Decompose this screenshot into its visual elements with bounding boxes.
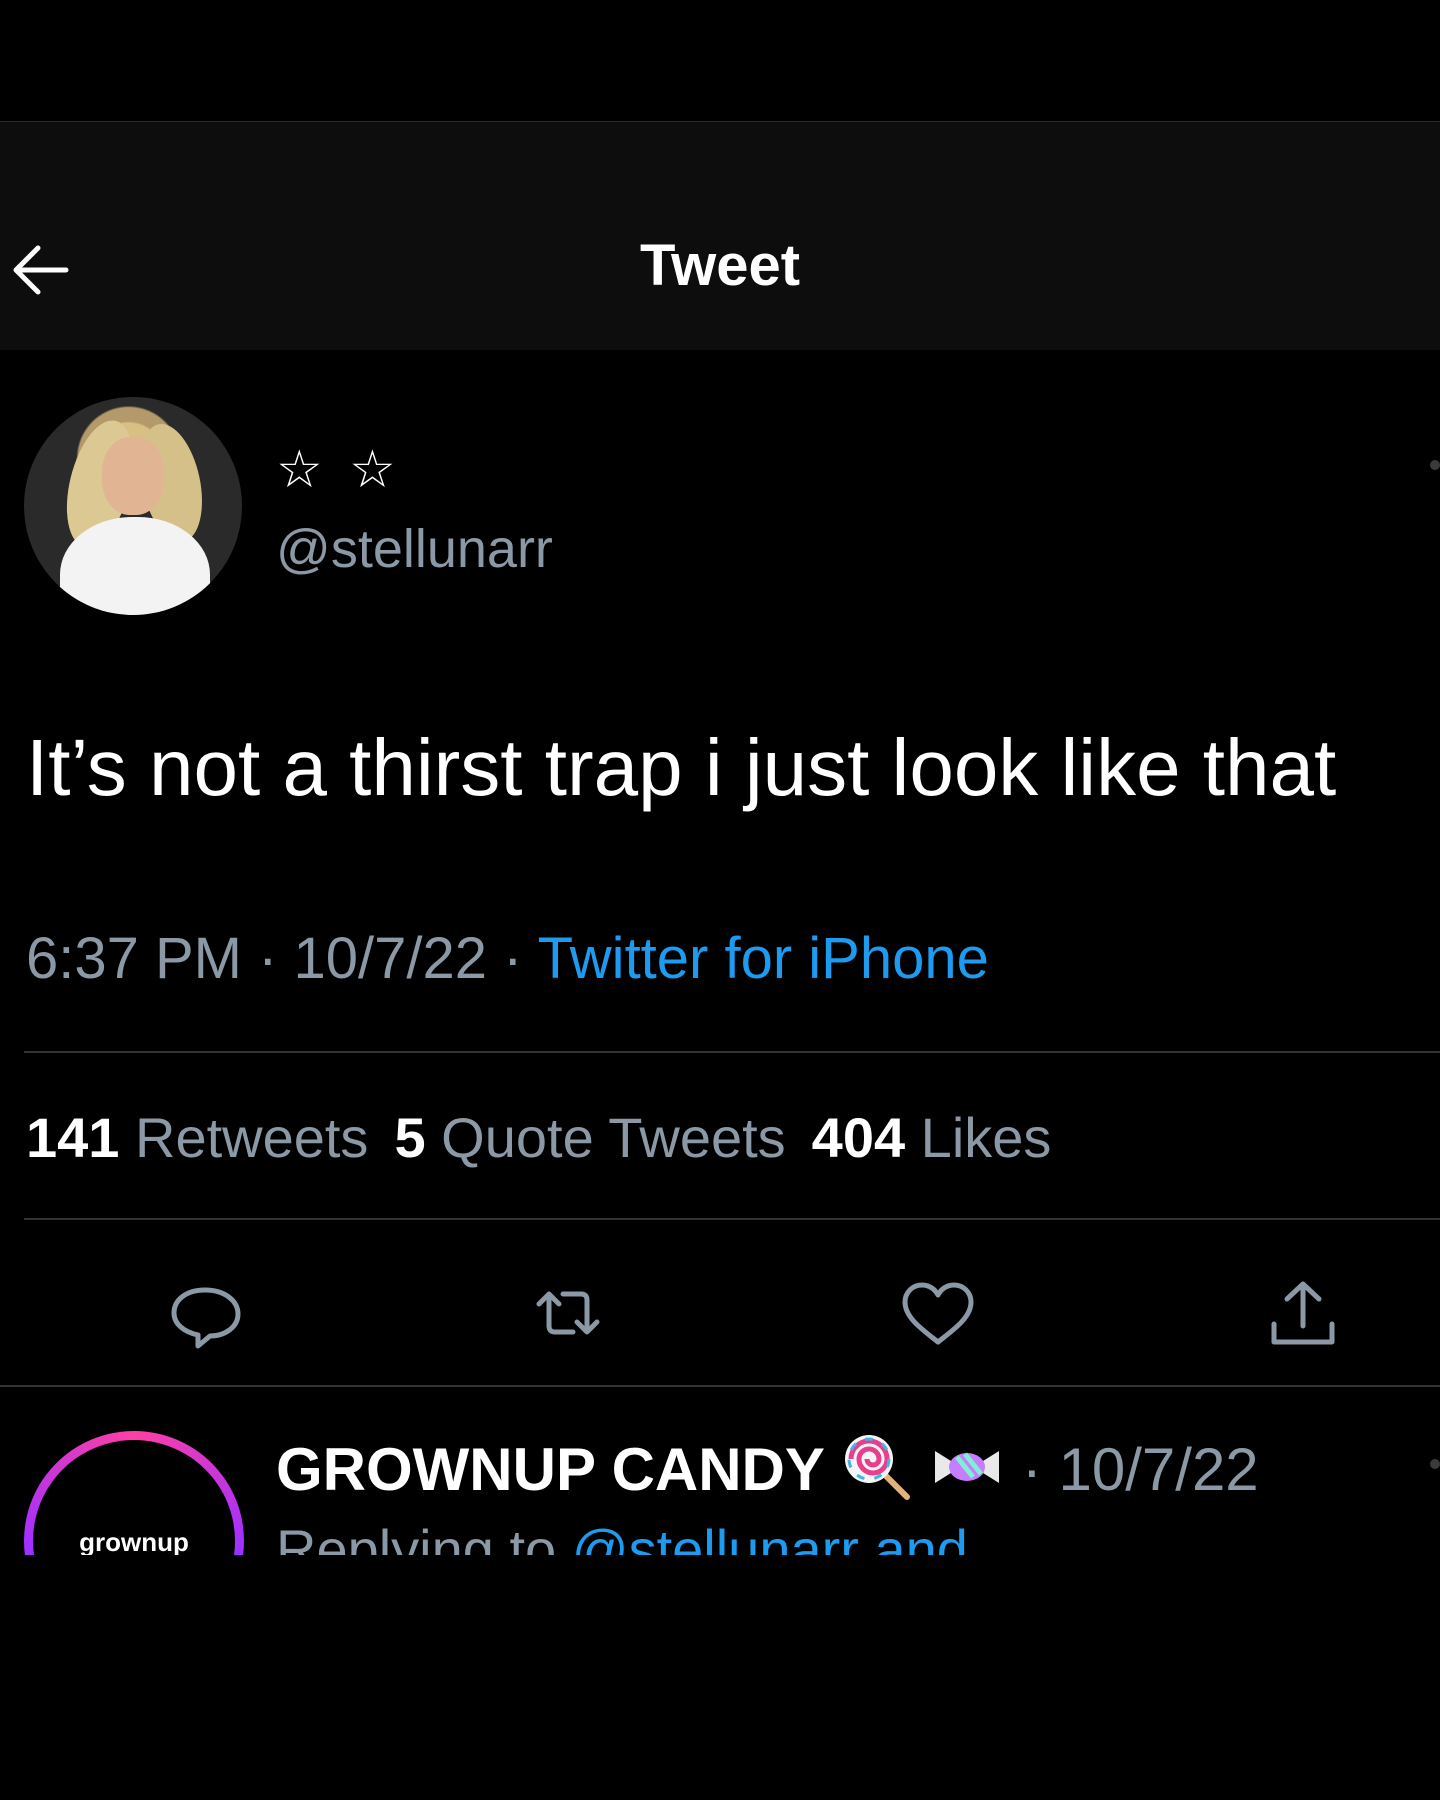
divider (24, 1218, 1440, 1220)
page-title: Tweet (639, 233, 801, 298)
tweet-time: 6:37 PM (26, 926, 242, 991)
tweet-text: It’s not a thirst trap i just look like … (26, 723, 1337, 812)
reply-avatar[interactable]: grownup (24, 1431, 244, 1555)
author-display-name[interactable]: ☆ ☆ (276, 440, 402, 500)
share-icon (1271, 1281, 1335, 1345)
tweet-meta: 6:37 PM · 10/7/22 · Twitter for iPhone (26, 925, 989, 992)
divider (24, 1051, 1440, 1053)
reply-author-name[interactable]: GROWNUP CANDY · 10/7/22 (276, 1431, 1259, 1517)
status-bar-area (0, 0, 1440, 122)
reply-button[interactable] (160, 1268, 250, 1358)
quote-tweets-stat[interactable]: 5 Quote Tweets (394, 1106, 785, 1169)
author-handle[interactable]: @stellunarr (276, 518, 553, 580)
tweet-source-link[interactable]: Twitter for iPhone (538, 926, 989, 991)
replying-to-mention[interactable]: @stellunarr and (572, 1518, 968, 1555)
more-options-icon[interactable] (1430, 1459, 1440, 1469)
retweets-stat[interactable]: 141 Retweets (26, 1106, 368, 1169)
reply-tweet[interactable]: grownup GROWNUP CANDY · 10/7/22 Replying… (0, 1387, 1440, 1555)
candy-icon (929, 1437, 1005, 1511)
like-button[interactable] (893, 1268, 983, 1358)
meta-separator: · (242, 926, 294, 991)
more-options-icon[interactable] (1430, 460, 1440, 470)
retweet-icon (536, 1291, 600, 1335)
meta-separator: · (487, 926, 538, 991)
heart-icon (902, 1282, 974, 1345)
tweet-date: 10/7/22 (293, 926, 488, 991)
avatar[interactable] (24, 397, 242, 615)
reply-avatar-logo: grownup (79, 1527, 189, 1555)
reply-date: · 10/7/22 (1021, 1435, 1259, 1503)
replying-to: Replying to @stellunarr and (276, 1517, 968, 1555)
likes-stat[interactable]: 404 Likes (812, 1106, 1052, 1169)
tweet-stats: 141 Retweets 5 Quote Tweets 404 Likes (26, 1105, 1051, 1170)
reply-display-name: GROWNUP CANDY (276, 1435, 824, 1503)
lollipop-icon (841, 1431, 913, 1517)
reply-icon (171, 1287, 241, 1349)
retweet-button[interactable] (523, 1268, 613, 1358)
share-button[interactable] (1258, 1268, 1348, 1358)
